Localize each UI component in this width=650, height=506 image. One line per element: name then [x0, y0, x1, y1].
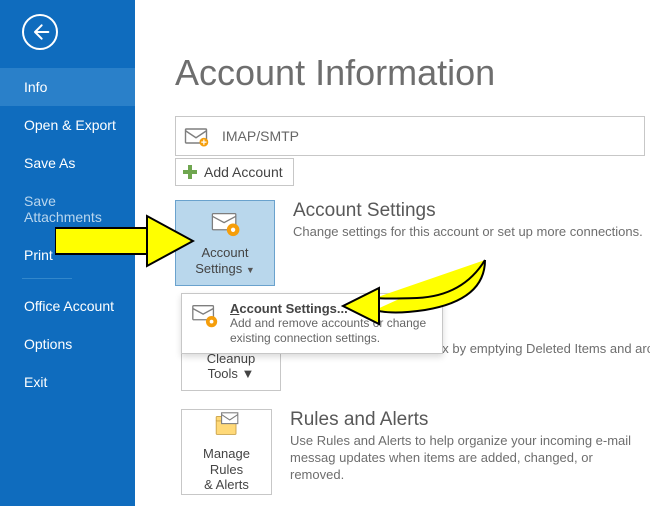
sidebar-item-save-attachments: Save Attachments [0, 182, 135, 236]
account-settings-button-line1: Account [202, 245, 249, 261]
account-settings-title: Account Settings [293, 200, 643, 222]
account-selector[interactable]: IMAP/SMTP [175, 116, 645, 156]
sidebar-item-exit[interactable]: Exit [0, 363, 135, 401]
mailbox-icon [182, 122, 210, 150]
sidebar-item-options[interactable]: Options [0, 325, 135, 363]
rules-alerts-row: Manage Rules & Alerts Rules and Alerts U… [181, 409, 650, 495]
sidebar-item-print[interactable]: Print [0, 236, 135, 274]
rules-button-line1: Manage Rules [186, 446, 267, 477]
rules-icon [209, 411, 245, 440]
account-type-label: IMAP/SMTP [222, 128, 299, 144]
chevron-down-icon: ▼ [246, 265, 255, 275]
mailbox-desc-fragment: ilbox by emptying Deleted Items and arc [422, 341, 650, 356]
rules-button-line2: & Alerts [204, 477, 249, 493]
sidebar-item-office-account[interactable]: Office Account [0, 287, 135, 325]
arrow-left-icon [30, 22, 50, 42]
add-account-button[interactable]: Add Account [175, 158, 294, 186]
account-settings-row: Account Settings ▼ Account Settings Chan… [175, 200, 650, 286]
account-settings-button-line2: Settings ▼ [195, 261, 255, 277]
account-selector-row: IMAP/SMTP Add Account [175, 116, 650, 186]
rules-desc: Use Rules and Alerts to help organize yo… [290, 433, 650, 484]
dropdown-item-title: Account Settings... [230, 301, 434, 316]
dropdown-item-desc: Add and remove accounts or change existi… [230, 316, 434, 346]
account-settings-button[interactable]: Account Settings ▼ [175, 200, 275, 286]
add-account-label: Add Account [204, 164, 283, 180]
sidebar-item-info[interactable]: Info [0, 68, 135, 106]
sidebar-separator [22, 278, 72, 279]
account-settings-dropdown-item[interactable]: Account Settings... Add and remove accou… [181, 293, 443, 354]
manage-rules-alerts-button[interactable]: Manage Rules & Alerts [181, 409, 272, 495]
cleanup-button-line2: Tools ▼ [208, 366, 255, 382]
account-settings-desc: Change settings for this account or set … [293, 224, 643, 241]
plus-icon [182, 164, 198, 180]
sidebar-item-save-as[interactable]: Save As [0, 144, 135, 182]
page-title: Account Information [175, 52, 650, 94]
chevron-down-icon: ▼ [242, 366, 255, 381]
account-settings-icon [207, 209, 243, 239]
rules-title: Rules and Alerts [290, 409, 650, 431]
back-button[interactable] [22, 14, 58, 50]
sidebar: Info Open & Export Save As Save Attachme… [0, 0, 135, 506]
sidebar-item-open-export[interactable]: Open & Export [0, 106, 135, 144]
account-settings-dropdown-icon [190, 301, 220, 331]
